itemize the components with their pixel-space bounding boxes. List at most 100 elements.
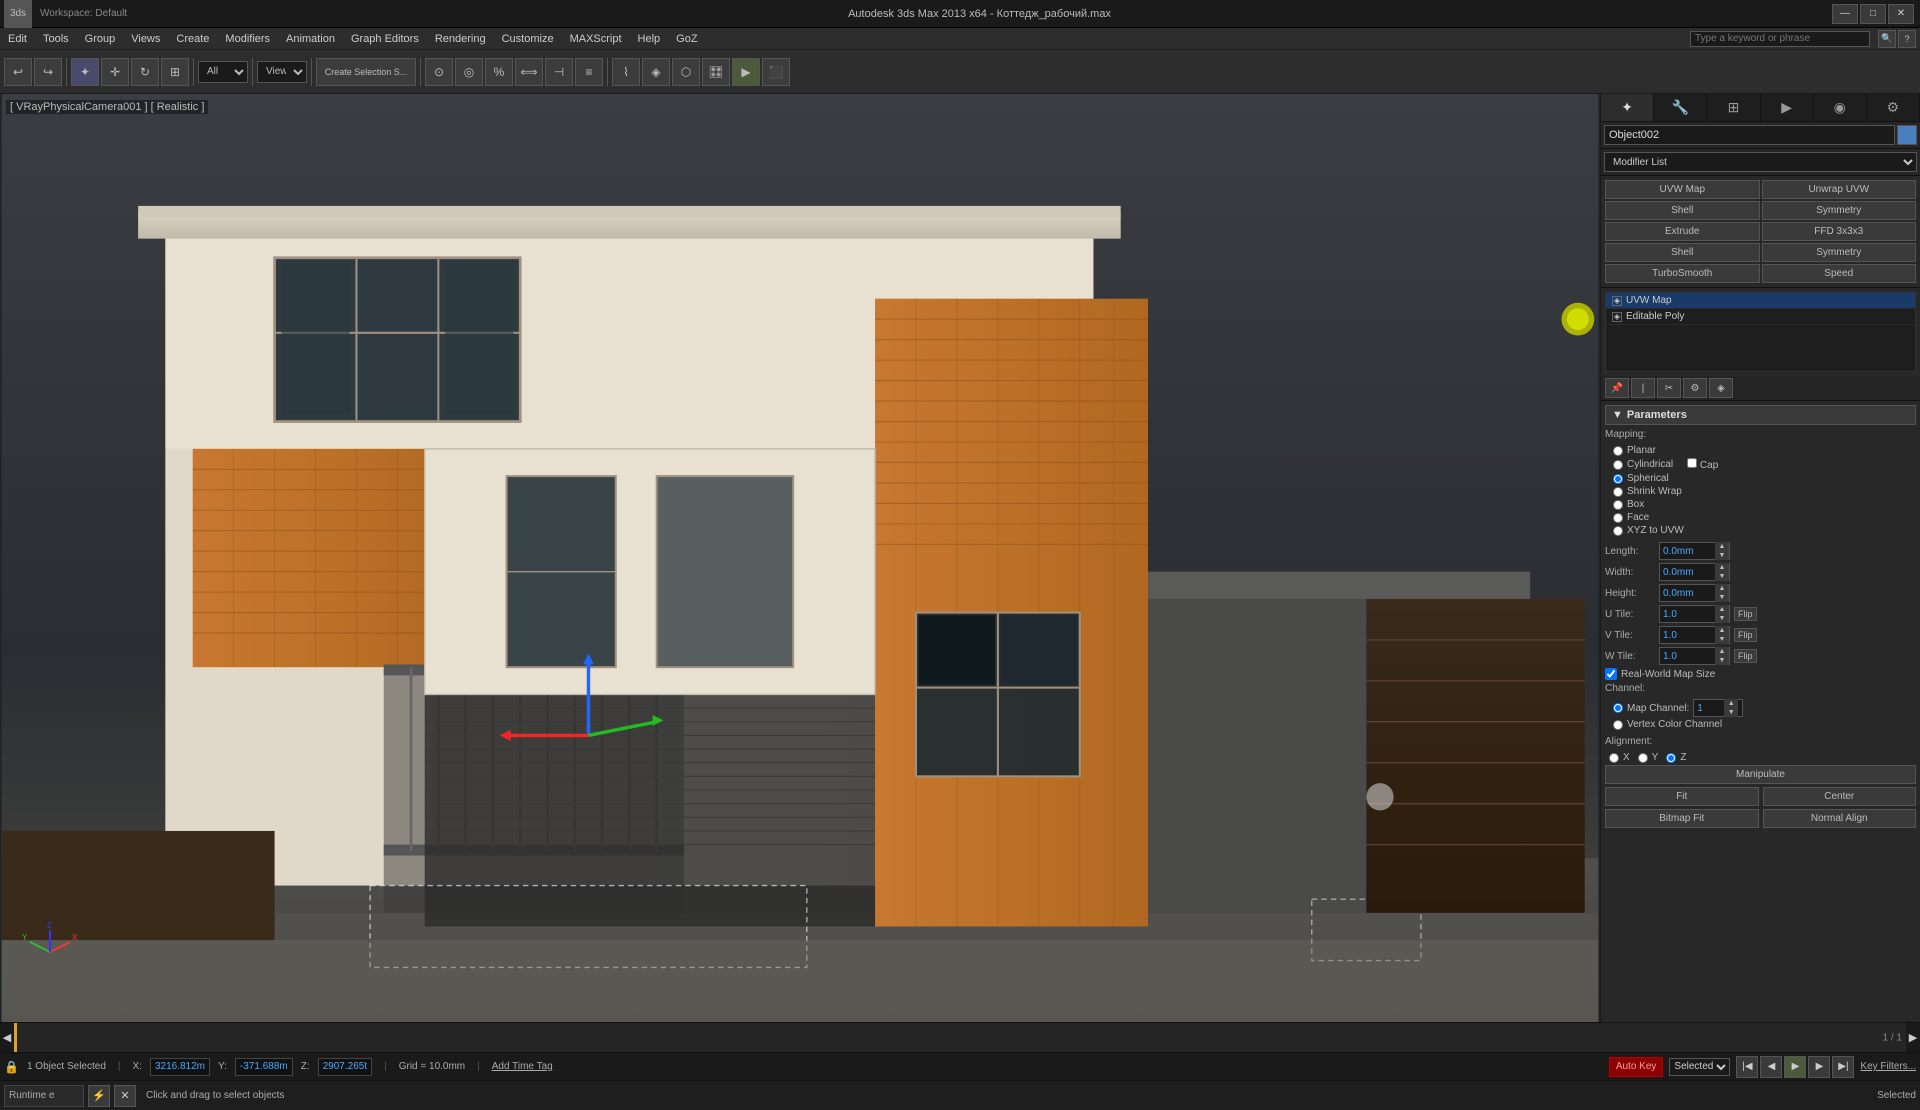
menu-rendering[interactable]: Rendering [427,31,494,47]
radio-align-y[interactable] [1638,753,1648,763]
visibility-icon-poly[interactable]: ◈ [1612,312,1622,322]
mod-btn-unwrap-uvw[interactable]: Unwrap UVW [1762,180,1917,199]
stack-remove-btn[interactable]: ✂ [1657,378,1681,398]
v-spin-up[interactable]: ▲ [1715,626,1729,635]
mapping-box[interactable]: Box [1613,499,1908,510]
real-world-checkbox[interactable] [1605,668,1617,680]
minimize-button[interactable]: — [1832,4,1858,24]
menu-create[interactable]: Create [168,31,217,47]
selected-dropdown[interactable]: Selected [1669,1058,1730,1076]
align-z[interactable]: Z [1666,752,1686,763]
width-spin-down[interactable]: ▼ [1715,572,1729,581]
radio-shrink-wrap[interactable] [1613,487,1623,497]
menu-modifiers[interactable]: Modifiers [217,31,278,47]
next-frame-btn[interactable]: ▶ [1808,1056,1830,1078]
mod-btn-speed[interactable]: Speed [1762,264,1917,283]
mapping-planar[interactable]: Planar [1613,445,1908,456]
stack-show-btn[interactable]: | [1631,378,1655,398]
map-channel-spinner[interactable]: ▲ ▼ [1693,699,1743,717]
chan-spin-up[interactable]: ▲ [1724,699,1738,708]
script-icon[interactable]: ⚡ [88,1085,110,1107]
radio-face[interactable] [1613,513,1623,523]
stack-item-editable-poly[interactable]: ◈ Editable Poly [1606,309,1915,325]
u-tile-spinner[interactable]: ▲ ▼ [1659,605,1730,623]
w-spin-down[interactable]: ▼ [1715,656,1729,665]
modifier-list-dropdown[interactable]: Modifier List [1604,152,1917,172]
prev-frame-btn[interactable]: ◀ [1760,1056,1782,1078]
menu-animation[interactable]: Animation [278,31,343,47]
snap-btn[interactable]: ⊙ [425,58,453,86]
radio-cylindrical[interactable] [1613,460,1623,470]
menu-maxscript[interactable]: MAXScript [562,31,630,47]
timeline[interactable]: ◀ 1 / 1 ▶ [0,1022,1920,1052]
menu-views[interactable]: Views [123,31,168,47]
mod-btn-ffd[interactable]: FFD 3x3x3 [1762,222,1917,241]
render-btn[interactable]: ▶ [732,58,760,86]
align-x[interactable]: X [1609,752,1630,763]
panel-tab-create[interactable]: ✦ [1601,94,1654,121]
help-icon[interactable]: ? [1898,30,1916,48]
width-spin-up[interactable]: ▲ [1715,563,1729,572]
viewport[interactable]: [ VRayPhysicalCamera001 ] [ Realistic ] [0,94,1600,1022]
x-coord[interactable]: 3216.812m [150,1058,210,1076]
view-dropdown[interactable]: View [257,61,307,83]
panel-tab-hierarchy[interactable]: ⊞ [1707,94,1760,121]
mirror-btn[interactable]: ⟺ [515,58,543,86]
mod-btn-shell-1[interactable]: Shell [1605,201,1760,220]
render-setup-btn[interactable]: 🎛 [702,58,730,86]
bitmap-fit-btn[interactable]: Bitmap Fit [1605,809,1759,828]
length-input[interactable] [1660,546,1715,557]
mapping-shrink-wrap[interactable]: Shrink Wrap [1613,486,1908,497]
length-spin-down[interactable]: ▼ [1715,551,1729,560]
mod-btn-uvw-map[interactable]: UVW Map [1605,180,1760,199]
chan-spin-down[interactable]: ▼ [1724,708,1738,717]
mod-btn-symmetry-1[interactable]: Symmetry [1762,201,1917,220]
move-button[interactable]: ✛ [101,58,129,86]
menu-goz[interactable]: GoZ [668,31,705,47]
width-input[interactable] [1660,567,1715,578]
u-tile-input[interactable] [1660,609,1715,620]
mod-btn-extrude[interactable]: Extrude [1605,222,1760,241]
map-channel-input[interactable] [1694,703,1724,714]
radio-xyz-uvw[interactable] [1613,526,1623,536]
select-button[interactable]: ✦ [71,58,99,86]
mod-btn-symmetry-2[interactable]: Symmetry [1762,243,1917,262]
mapping-spherical[interactable]: Spherical [1613,473,1908,484]
close-button[interactable]: ✕ [1888,4,1914,24]
mapping-xyz-uvw[interactable]: XYZ to UVW [1613,525,1908,536]
reference-dropdown[interactable]: All [198,61,248,83]
menu-tools[interactable]: Tools [35,31,77,47]
v-flip-btn[interactable]: Flip [1734,628,1757,642]
undo-button[interactable]: ↩ [4,58,32,86]
panel-tab-modify[interactable]: 🔧 [1654,94,1707,121]
height-input[interactable] [1660,588,1715,599]
curve-editor-btn[interactable]: ⌇ [612,58,640,86]
add-time-tag[interactable]: Add Time Tag [492,1061,553,1072]
menu-help[interactable]: Help [630,31,669,47]
menu-edit[interactable]: Edit [0,31,35,47]
height-spin-down[interactable]: ▼ [1715,593,1729,602]
normal-align-btn[interactable]: Normal Align [1763,809,1917,828]
scale-button[interactable]: ⊞ [161,58,189,86]
play-btn[interactable]: ▶ [1784,1056,1806,1078]
go-end-btn[interactable]: ▶| [1832,1056,1854,1078]
rotate-button[interactable]: ↻ [131,58,159,86]
checkbox-cap[interactable] [1687,458,1697,468]
menu-customize[interactable]: Customize [494,31,562,47]
layer-btn[interactable]: ≡ [575,58,603,86]
align-y[interactable]: Y [1638,752,1659,763]
stack-make-unique-btn[interactable]: ◈ [1709,378,1733,398]
y-coord[interactable]: -371.688m [235,1058,293,1076]
menu-graph-editors[interactable]: Graph Editors [343,31,427,47]
stack-item-uvw-map[interactable]: ◈ UVW Map [1606,293,1915,309]
v-tile-spinner[interactable]: ▲ ▼ [1659,626,1730,644]
width-spinner[interactable]: ▲ ▼ [1659,563,1730,581]
search-input[interactable] [1690,31,1870,47]
radio-box[interactable] [1613,500,1623,510]
stack-pin-btn[interactable]: 📌 [1605,378,1629,398]
w-flip-btn[interactable]: Flip [1734,649,1757,663]
schematic-btn[interactable]: ◈ [642,58,670,86]
v-spin-down[interactable]: ▼ [1715,635,1729,644]
u-spin-up[interactable]: ▲ [1715,605,1729,614]
length-spinner[interactable]: ▲ ▼ [1659,542,1730,560]
